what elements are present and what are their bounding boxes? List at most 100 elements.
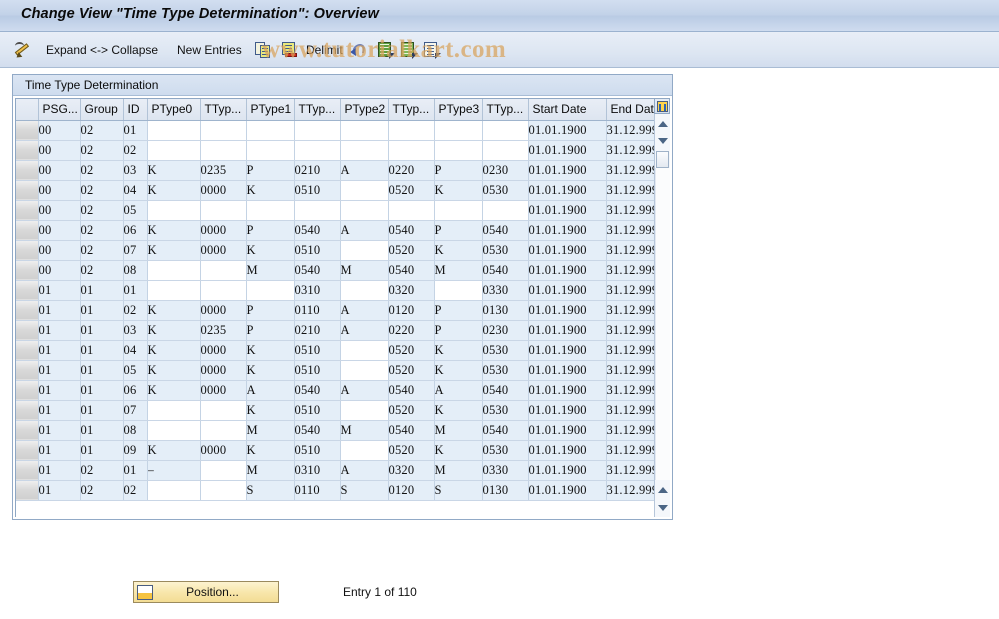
- cell-ttype0[interactable]: [200, 140, 247, 161]
- cell-start-date[interactable]: 01.01.1900: [528, 420, 607, 441]
- cell-ttype3[interactable]: 0540: [482, 380, 529, 401]
- cell-group[interactable]: 01: [80, 340, 124, 361]
- cell-start-date[interactable]: 01.01.1900: [528, 320, 607, 341]
- cell-ttype2[interactable]: 0320: [388, 460, 435, 481]
- cell-group[interactable]: 02: [80, 120, 124, 141]
- row-select-button[interactable]: [16, 400, 39, 421]
- row-select-button[interactable]: [16, 440, 39, 461]
- cell-ttype3[interactable]: 0530: [482, 440, 529, 461]
- cell-ttype3[interactable]: 0230: [482, 320, 529, 341]
- scroll-page-up-button[interactable]: [655, 481, 670, 498]
- cell-ptype3[interactable]: [434, 120, 483, 141]
- cell-ptype2[interactable]: [340, 440, 389, 461]
- scrollbar-thumb[interactable]: [656, 151, 669, 168]
- cell-ttype2[interactable]: 0220: [388, 160, 435, 181]
- cell-ptype3[interactable]: P: [434, 300, 483, 321]
- scroll-up-button[interactable]: [655, 115, 670, 132]
- table-row[interactable]: 00 02 02 01.01.1900 31.12.9999: [16, 140, 670, 161]
- edit-button[interactable]: [14, 32, 34, 68]
- column-header-psg[interactable]: PSG...: [38, 99, 81, 121]
- table-row[interactable]: 00 02 05 01.01.1900 31.12.9999: [16, 200, 670, 221]
- row-select-button[interactable]: [16, 360, 39, 381]
- column-header-ptype2[interactable]: PType2: [340, 99, 389, 121]
- cell-ptype2[interactable]: [340, 360, 389, 381]
- table-row[interactable]: 01 01 04 K 0000 K 0510 0520 K 0530 01.01.1900 31.12…: [16, 340, 670, 361]
- cell-ptype2[interactable]: [340, 400, 389, 421]
- row-select-button[interactable]: [16, 180, 39, 201]
- cell-ptype0[interactable]: K: [147, 160, 201, 181]
- cell-ttype0[interactable]: [200, 400, 247, 421]
- cell-start-date[interactable]: 01.01.1900: [528, 440, 607, 461]
- cell-psg[interactable]: 00: [38, 220, 81, 241]
- cell-ptype2[interactable]: [340, 120, 389, 141]
- cell-ttype0[interactable]: [200, 460, 247, 481]
- cell-ttype3[interactable]: [482, 120, 529, 141]
- cell-ttype1[interactable]: 0540: [294, 220, 341, 241]
- cell-ttype0[interactable]: [200, 120, 247, 141]
- column-header-id[interactable]: ID: [123, 99, 148, 121]
- cell-id[interactable]: 04: [123, 340, 148, 361]
- scroll-down-button[interactable]: [655, 132, 670, 149]
- cell-psg[interactable]: 01: [38, 340, 81, 361]
- cell-ptype3[interactable]: K: [434, 400, 483, 421]
- cell-id[interactable]: 01: [123, 120, 148, 141]
- cell-group[interactable]: 02: [80, 260, 124, 281]
- cell-ptype2[interactable]: M: [340, 260, 389, 281]
- cell-ptype2[interactable]: A: [340, 160, 389, 181]
- cell-group[interactable]: 01: [80, 360, 124, 381]
- cell-ptype2[interactable]: A: [340, 220, 389, 241]
- undo-button[interactable]: [350, 32, 368, 68]
- position-button[interactable]: Position...: [133, 581, 279, 603]
- table-row[interactable]: 00 02 07 K 0000 K 0510 0520 K 0530 01.01.1900 31.12…: [16, 240, 670, 261]
- cell-ptype3[interactable]: [434, 200, 483, 221]
- cell-ptype1[interactable]: K: [246, 440, 295, 461]
- cell-ttype3[interactable]: 0540: [482, 220, 529, 241]
- cell-psg[interactable]: 00: [38, 140, 81, 161]
- expand-collapse-button[interactable]: Expand <-> Collapse: [43, 32, 161, 68]
- cell-ptype2[interactable]: [340, 340, 389, 361]
- column-header-ptype3[interactable]: PType3: [434, 99, 483, 121]
- column-header-ptype1[interactable]: PType1: [246, 99, 295, 121]
- cell-ptype2[interactable]: [340, 240, 389, 261]
- cell-ttype3[interactable]: 0230: [482, 160, 529, 181]
- cell-ttype0[interactable]: 0235: [200, 320, 247, 341]
- column-header-ttype0[interactable]: TTyp...: [200, 99, 247, 121]
- table-row[interactable]: 01 01 02 K 0000 P 0110 A 0120 P 0130 01.01.1900 31.1…: [16, 300, 670, 321]
- cell-ptype1[interactable]: [246, 120, 295, 141]
- cell-ttype1[interactable]: 0540: [294, 260, 341, 281]
- cell-ttype3[interactable]: 0530: [482, 180, 529, 201]
- cell-ttype3[interactable]: 0530: [482, 360, 529, 381]
- cell-group[interactable]: 02: [80, 180, 124, 201]
- cell-group[interactable]: 02: [80, 220, 124, 241]
- cell-ptype2[interactable]: A: [340, 460, 389, 481]
- column-header-ttype3[interactable]: TTyp...: [482, 99, 529, 121]
- cell-id[interactable]: 07: [123, 240, 148, 261]
- cell-ptype3[interactable]: K: [434, 180, 483, 201]
- cell-ttype0[interactable]: 0000: [200, 360, 247, 381]
- cell-ttype3[interactable]: 0530: [482, 240, 529, 261]
- cell-ptype3[interactable]: S: [434, 480, 483, 501]
- cell-ttype0[interactable]: 0000: [200, 380, 247, 401]
- cell-ttype3[interactable]: [482, 140, 529, 161]
- cell-ptype0[interactable]: K: [147, 360, 201, 381]
- cell-group[interactable]: 01: [80, 420, 124, 441]
- cell-ptype0[interactable]: [147, 420, 201, 441]
- cell-ttype2[interactable]: 0520: [388, 360, 435, 381]
- table-row[interactable]: 01 01 06 K 0000 A 0540 A 0540 A 0540 01.01.1900 31.1…: [16, 380, 670, 401]
- cell-id[interactable]: 08: [123, 420, 148, 441]
- cell-ttype2[interactable]: 0120: [388, 480, 435, 501]
- column-header-ttype1[interactable]: TTyp...: [294, 99, 341, 121]
- cell-group[interactable]: 02: [80, 160, 124, 181]
- cell-start-date[interactable]: 01.01.1900: [528, 360, 607, 381]
- cell-ttype3[interactable]: 0530: [482, 400, 529, 421]
- cell-psg[interactable]: 01: [38, 360, 81, 381]
- scrollbar-track[interactable]: [655, 168, 670, 480]
- cell-ptype0[interactable]: K: [147, 240, 201, 261]
- cell-ttype2[interactable]: 0520: [388, 240, 435, 261]
- cell-ptype1[interactable]: P: [246, 300, 295, 321]
- row-select-button[interactable]: [16, 280, 39, 301]
- cell-ptype2[interactable]: A: [340, 320, 389, 341]
- row-select-button[interactable]: [16, 240, 39, 261]
- column-header-start-date[interactable]: Start Date: [528, 99, 607, 121]
- table-row[interactable]: 01 02 02 S 0110 S 0120 S 0130 01.01.1900 31.12.999…: [16, 480, 670, 501]
